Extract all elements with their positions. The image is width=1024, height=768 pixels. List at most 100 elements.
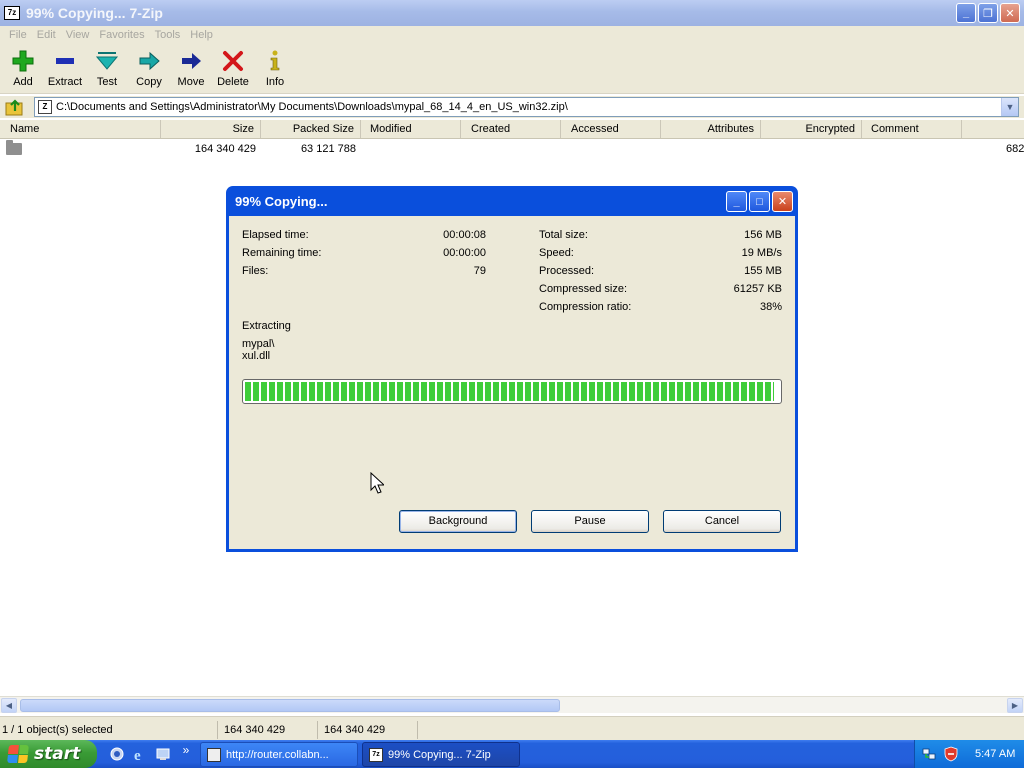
move-label: Move <box>177 76 205 88</box>
menu-favorites[interactable]: Favorites <box>94 29 149 41</box>
column-modified[interactable]: Modified <box>361 120 461 138</box>
background-button[interactable]: Background <box>399 510 517 533</box>
cancel-button[interactable]: Cancel <box>663 510 781 533</box>
address-dropdown-button[interactable]: ▼ <box>1001 98 1018 116</box>
task-browser[interactable]: http://router.collabn... <box>200 742 358 767</box>
move-button[interactable]: Move <box>170 44 212 92</box>
restore-icon: ❐ <box>983 7 993 20</box>
clock: 5:47 AM <box>975 748 1016 760</box>
current-file: xul.dll <box>242 350 271 362</box>
column-name[interactable]: Name <box>0 120 161 138</box>
menu-file[interactable]: File <box>4 29 32 41</box>
horizontal-scrollbar[interactable]: ◀ ▶ <box>0 696 1024 713</box>
quicklaunch-desktop-icon[interactable] <box>154 745 172 763</box>
7zip-task-icon: 7z <box>369 747 383 762</box>
test-label: Test <box>96 76 118 88</box>
compressed-size-value: 61257 KB <box>733 283 782 295</box>
row-size: 164 340 429 <box>194 143 256 155</box>
total-size-value: 156 MB <box>744 229 782 241</box>
copy-label: Copy <box>136 76 162 88</box>
table-row[interactable]: 164 340 429 63 121 788 682 <box>0 140 1024 158</box>
column-accessed[interactable]: Accessed <box>561 120 661 138</box>
test-icon <box>94 49 120 73</box>
copy-icon <box>136 49 162 73</box>
progress-bar <box>242 379 782 404</box>
add-icon <box>10 49 36 73</box>
scroll-thumb[interactable] <box>20 699 560 712</box>
processed-value: 155 MB <box>744 265 782 277</box>
menu-bar: File Edit View Favorites Tools Help <box>0 26 1024 44</box>
main-title-bar[interactable]: 7z 99% Copying... 7-Zip _ ❐ ✕ <box>0 0 1024 26</box>
column-comment[interactable]: Comment <box>862 120 962 138</box>
row-packed-size: 63 121 788 <box>300 143 356 155</box>
info-button[interactable]: Info <box>254 44 296 92</box>
elapsed-time-value: 00:00:08 <box>443 229 486 241</box>
menu-help[interactable]: Help <box>185 29 218 41</box>
menu-tools[interactable]: Tools <box>150 29 186 41</box>
scroll-left-button[interactable]: ◀ <box>1 698 17 713</box>
menu-edit[interactable]: Edit <box>32 29 61 41</box>
extract-button[interactable]: Extract <box>44 44 86 92</box>
copy-progress-dialog: 99% Copying... _ □ ✕ Elapsed time: 00:00… <box>226 186 798 552</box>
task-7zip[interactable]: 7z 99% Copying... 7-Zip <box>362 742 520 767</box>
remaining-time-value: 00:00:00 <box>443 247 486 259</box>
zip-archive-icon: Z <box>38 100 52 114</box>
minimize-icon: _ <box>733 195 740 208</box>
quicklaunch-ie-icon[interactable]: e <box>131 745 149 763</box>
chevron-down-icon: ▼ <box>1005 102 1015 112</box>
start-label: start <box>34 744 81 764</box>
column-size[interactable]: Size <box>161 120 261 138</box>
speed-value: 19 MB/s <box>741 247 782 259</box>
column-packed-size[interactable]: Packed Size <box>261 120 361 138</box>
compression-ratio-value: 38% <box>759 301 782 313</box>
restore-button[interactable]: ❐ <box>978 3 998 23</box>
folder-up-icon[interactable] <box>4 97 26 117</box>
column-attributes[interactable]: Attributes <box>661 120 761 138</box>
move-icon <box>178 49 204 73</box>
dialog-title-bar[interactable]: 99% Copying... <box>229 186 795 216</box>
close-icon: ✕ <box>777 196 788 208</box>
processed-label: Processed: <box>539 265 595 277</box>
network-icon[interactable] <box>921 746 937 762</box>
close-icon: ✕ <box>1005 7 1015 20</box>
browser-window-icon <box>207 747 221 762</box>
add-button[interactable]: Add <box>2 44 44 92</box>
dialog-minimize-button[interactable]: _ <box>726 191 747 212</box>
speed-label: Speed: <box>539 247 574 259</box>
close-button[interactable]: ✕ <box>1000 3 1020 23</box>
pause-button[interactable]: Pause <box>531 510 649 533</box>
svg-text:e: e <box>134 748 141 762</box>
chevron-right-icon: ▶ <box>1011 701 1019 710</box>
copy-button[interactable]: Copy <box>128 44 170 92</box>
column-encrypted[interactable]: Encrypted <box>761 120 862 138</box>
dialog-body: Elapsed time: 00:00:08 Remaining time: 0… <box>229 216 795 549</box>
menu-view[interactable]: View <box>61 29 95 41</box>
address-bar: Z C:\Documents and Settings\Administrato… <box>0 96 1024 118</box>
files-label: Files: <box>242 265 269 277</box>
quicklaunch-explorer-icon[interactable] <box>108 745 126 763</box>
task-7zip-label: 99% Copying... 7-Zip <box>388 748 491 761</box>
address-path: C:\Documents and Settings\Administrator\… <box>56 101 568 113</box>
scroll-right-button[interactable]: ▶ <box>1007 698 1023 713</box>
files-value: 79 <box>473 265 486 277</box>
delete-button[interactable]: Delete <box>212 44 254 92</box>
column-header: Name Size Packed Size Modified Created A… <box>0 120 1024 139</box>
minimize-button[interactable]: _ <box>956 3 976 23</box>
maximize-icon: □ <box>756 195 763 208</box>
system-tray: 5:47 AM <box>914 740 1024 768</box>
toolbar: Add Extract Test Copy Move Delete Info <box>0 44 1024 94</box>
security-shield-icon[interactable] <box>943 746 959 762</box>
extract-label: Extract <box>47 76 83 88</box>
dialog-close-button[interactable]: ✕ <box>772 191 793 212</box>
quicklaunch-more-icon[interactable]: » <box>177 741 195 759</box>
task-browser-label: http://router.collabn... <box>226 748 329 761</box>
chevron-left-icon: ◀ <box>5 701 13 710</box>
start-button[interactable]: start <box>0 740 97 768</box>
address-field[interactable]: Z C:\Documents and Settings\Administrato… <box>34 97 1019 117</box>
dialog-maximize-button[interactable]: □ <box>749 191 770 212</box>
test-button[interactable]: Test <box>86 44 128 92</box>
column-created[interactable]: Created <box>461 120 561 138</box>
compression-ratio-label: Compression ratio: <box>539 301 632 313</box>
current-directory: mypal\ <box>242 338 275 350</box>
add-label: Add <box>13 76 33 88</box>
